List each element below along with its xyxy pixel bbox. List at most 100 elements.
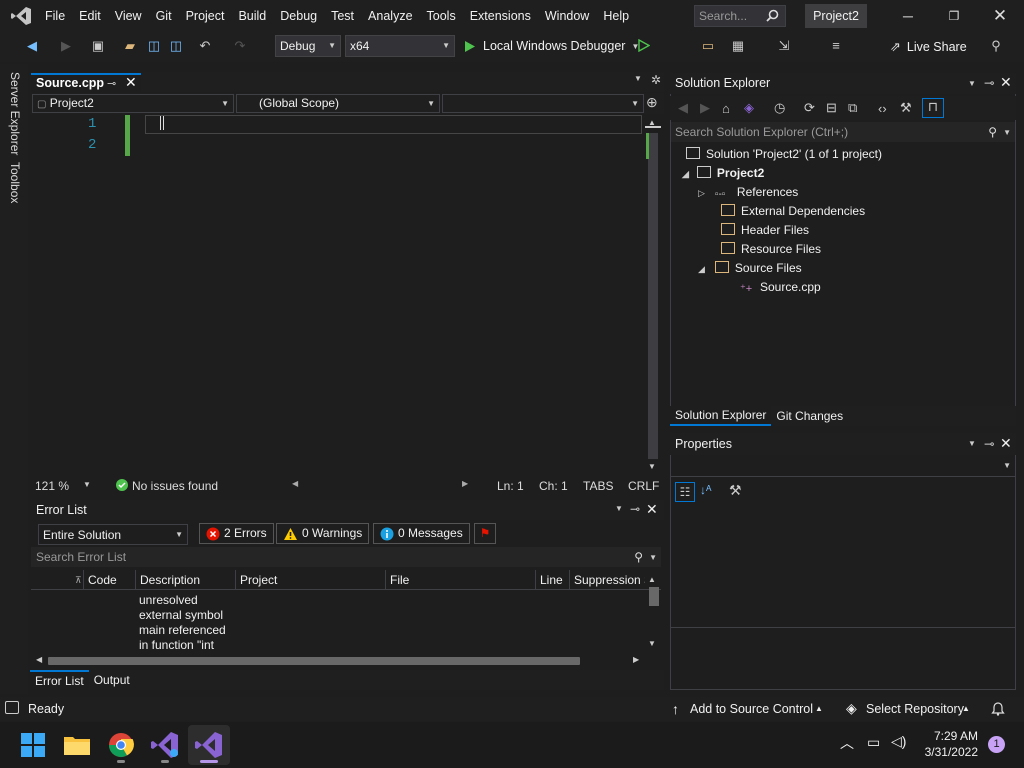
line-ending-indicator[interactable]: CRLF [628, 479, 659, 493]
save-all-icon[interactable]: ◫ [168, 38, 184, 54]
issues-indicator[interactable]: No issues found [132, 479, 218, 493]
start-debugging-button[interactable]: Local Windows Debugger ▼ [464, 37, 639, 55]
tree-item-header-files[interactable]: Header Files [721, 221, 809, 240]
search-input[interactable]: Search... [694, 5, 786, 27]
menu-analyze[interactable]: Analyze [361, 9, 419, 23]
close-button[interactable]: ✕ [990, 6, 1010, 26]
chevron-up-icon[interactable]: ▲ [815, 704, 823, 713]
close-tab-icon[interactable]: ✕ [125, 74, 137, 90]
tab-overflow-icon[interactable]: ▼ [634, 74, 642, 83]
forward-icon[interactable]: ▶ [700, 100, 722, 116]
warnings-filter-button[interactable]: 0 Warnings [276, 523, 370, 544]
line-indicator[interactable]: Ln: 1 [497, 479, 524, 493]
new-project-icon[interactable]: ▣ [90, 38, 106, 54]
view-code-icon[interactable]: ‹› [878, 101, 900, 116]
scroll-down-icon[interactable]: ▼ [648, 639, 656, 648]
filter-column-icon[interactable]: ⊼ [71, 570, 82, 590]
close-panel-icon[interactable]: ✕ [1000, 72, 1012, 93]
preview-selected-items-icon[interactable]: ⊓ [922, 98, 944, 118]
file-explorer-icon[interactable] [61, 729, 93, 761]
sync-icon[interactable]: ⟳ [804, 100, 826, 116]
tab-output[interactable]: Output [89, 670, 135, 690]
back-icon[interactable]: ◀ [24, 38, 40, 54]
column-suppression-state[interactable]: Suppression S [569, 570, 645, 590]
tree-item-external-dependencies[interactable]: External Dependencies [721, 202, 865, 221]
tree-item-solution[interactable]: Solution 'Project2' (1 of 1 project) [686, 145, 882, 164]
chevron-up-icon[interactable]: ︿ [840, 733, 854, 753]
member-dropdown[interactable]: ▼ [442, 94, 644, 113]
build-filter-icon[interactable]: ⚑ [474, 523, 496, 544]
show-all-files-icon[interactable]: ⧉ [848, 100, 878, 116]
feedback-icon[interactable]: ⚲ [988, 38, 1004, 54]
tab-solution-explorer[interactable]: Solution Explorer [670, 406, 772, 426]
expanded-arrow-icon[interactable]: ◢ [698, 264, 705, 274]
column-file[interactable]: File [385, 570, 535, 590]
window-position-icon[interactable]: ▼ [968, 73, 976, 94]
back-icon[interactable]: ◀ [678, 100, 700, 116]
menu-tools[interactable]: Tools [420, 9, 463, 23]
menu-help[interactable]: Help [596, 9, 636, 23]
add-to-source-control-button[interactable]: Add to Source Control [690, 702, 813, 716]
format-icon[interactable]: ≡ [828, 38, 844, 54]
toolbox-tab[interactable]: Toolbox [8, 162, 22, 203]
scroll-down-icon[interactable]: ▼ [648, 462, 656, 471]
menu-window[interactable]: Window [538, 9, 596, 23]
menu-build[interactable]: Build [231, 9, 273, 23]
project-dropdown[interactable]: ▢ Project2 ▼ [32, 94, 234, 113]
scroll-left-icon[interactable]: ◀ [36, 655, 42, 664]
step-icon[interactable]: ⇲ [776, 38, 792, 54]
tree-item-resource-files[interactable]: Resource Files [721, 240, 821, 259]
redo-icon[interactable]: ↷ [232, 38, 248, 54]
minimize-button[interactable]: ─ [898, 6, 918, 26]
layout-icon[interactable]: ▦ [730, 38, 746, 54]
search-solution-explorer-input[interactable]: Search Solution Explorer (Ctrl+;) ⚲ ▼ [671, 122, 1015, 142]
menu-project[interactable]: Project [179, 9, 232, 23]
search-error-list-input[interactable]: Search Error List ⚲ ▼ [31, 547, 661, 567]
chevron-down-icon[interactable]: ▼ [1003, 123, 1011, 143]
select-repository-button[interactable]: Select Repository [866, 702, 964, 716]
tab-error-list[interactable]: Error List [30, 670, 89, 690]
menu-edit[interactable]: Edit [72, 9, 108, 23]
visual-studio-logo-icon[interactable] [10, 6, 32, 26]
pin-icon[interactable]: ⊸ [630, 502, 640, 516]
menu-file[interactable]: File [38, 9, 72, 23]
scope-dropdown[interactable]: (Global Scope) ▼ [236, 94, 440, 113]
scroll-left-icon[interactable]: ◀ [292, 479, 298, 488]
table-row[interactable]: unresolved external symbol main referenc… [139, 593, 235, 653]
volume-icon[interactable]: ◁) [891, 733, 906, 750]
home-icon[interactable]: ⌂ [722, 101, 744, 116]
windows-start-icon[interactable] [17, 729, 49, 761]
restore-button[interactable]: ❐ [944, 6, 964, 26]
notification-bell-icon[interactable] [991, 701, 1005, 716]
visual-studio-installer-icon[interactable] [149, 729, 181, 761]
menu-test[interactable]: Test [324, 9, 361, 23]
scroll-right-icon[interactable]: ▶ [462, 479, 468, 488]
tab-git-changes[interactable]: Git Changes [771, 406, 848, 426]
pin-icon[interactable]: ⊸ [984, 73, 994, 94]
switch-views-icon[interactable]: ◈ [744, 100, 774, 116]
tab-source-cpp[interactable]: Source.cpp ⊸ ✕ [31, 73, 141, 92]
start-without-debugging-icon[interactable] [638, 39, 650, 52]
code-editor[interactable] [30, 115, 664, 477]
collapse-all-icon[interactable]: ⊟ [826, 100, 848, 116]
tree-item-references[interactable]: ▷ ▫-▫ References [698, 183, 798, 203]
chevron-down-icon[interactable]: ▼ [83, 480, 91, 489]
column-code[interactable]: Code [83, 570, 135, 590]
indentation-indicator[interactable]: TABS [583, 479, 613, 493]
close-panel-icon[interactable]: ✕ [646, 501, 658, 518]
alphabetical-icon[interactable]: ↓ᴬ [700, 483, 711, 497]
open-folder-icon[interactable]: ▰ [122, 38, 138, 54]
pin-icon[interactable]: ⊸ [107, 76, 116, 92]
window-position-icon[interactable]: ▼ [968, 433, 976, 455]
tree-item-project[interactable]: ◢ Project2 [682, 164, 764, 184]
messages-filter-button[interactable]: 0 Messages [373, 523, 470, 544]
chevron-down-icon[interactable]: ▼ [649, 548, 657, 568]
pin-icon[interactable]: ⊸ [984, 433, 994, 455]
error-scope-dropdown[interactable]: Entire Solution ▼ [38, 524, 188, 545]
column-line[interactable]: Line [535, 570, 569, 590]
tree-item-source-cpp[interactable]: ⁺+ Source.cpp [740, 278, 821, 297]
split-editor-icon[interactable]: ⊕ [646, 94, 658, 111]
categorized-icon[interactable]: ☷ [675, 482, 695, 502]
folder-icon[interactable]: ▭ [700, 38, 716, 54]
forward-icon[interactable]: ▶ [58, 38, 74, 54]
